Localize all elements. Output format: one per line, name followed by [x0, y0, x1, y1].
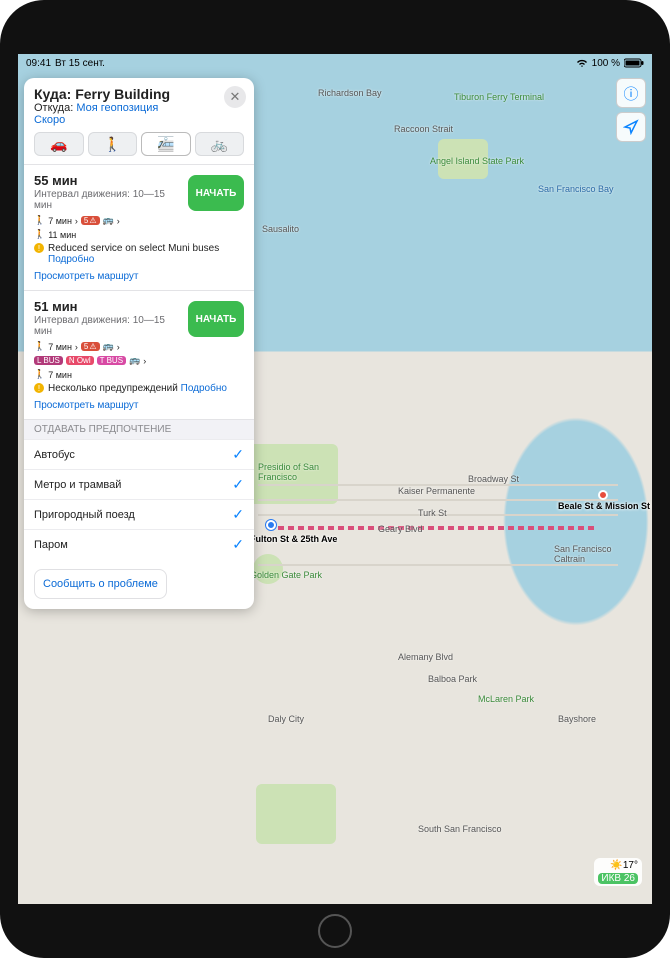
- map-info-button[interactable]: ⓘ: [616, 78, 646, 108]
- aqi-badge: ИКВ 26: [598, 873, 638, 884]
- go-button[interactable]: НАЧАТЬ: [188, 301, 244, 337]
- map-locate-button[interactable]: [616, 112, 646, 142]
- origin-pin[interactable]: [266, 520, 280, 534]
- checkmark-icon: ✓: [232, 446, 244, 463]
- walk-time: 11 мин: [48, 230, 76, 240]
- line-chip: 5⚠: [81, 342, 100, 351]
- home-button[interactable]: [318, 914, 352, 948]
- bus-icon: 🚌: [103, 341, 114, 352]
- weather-icon: ☀️: [610, 860, 622, 871]
- warning-text: Несколько предупреждений: [48, 383, 178, 394]
- map-label: South San Francisco: [418, 824, 502, 834]
- line-chip: N Owl: [66, 356, 94, 365]
- route-option[interactable]: НАЧАТЬ 51 мин Интервал движения: 10—15 м…: [24, 290, 254, 419]
- depart-time-link[interactable]: Скоро: [34, 114, 65, 126]
- map-label: Broadway St: [468, 474, 519, 484]
- pref-row-bus[interactable]: Автобус ✓: [24, 439, 254, 469]
- mode-transit[interactable]: 🚈: [141, 132, 191, 156]
- destination-label: Beale St & Mission St: [558, 502, 650, 511]
- walk-icon: 🚶: [34, 341, 45, 352]
- line-chip: T BUS: [97, 356, 126, 365]
- map-label: McLaren Park: [478, 694, 534, 704]
- mode-drive[interactable]: 🚗: [34, 132, 84, 156]
- destination-title: Куда: Ferry Building: [34, 86, 244, 102]
- map-label: Daly City: [268, 714, 304, 724]
- mode-walk[interactable]: 🚶: [88, 132, 138, 156]
- go-button[interactable]: НАЧАТЬ: [188, 175, 244, 211]
- chevron-right-icon: ›: [143, 356, 146, 366]
- pref-label: Паром: [34, 539, 68, 551]
- warning-text: Reduced service on select Muni buses: [48, 243, 219, 254]
- line-chip: 5⚠: [81, 216, 100, 225]
- map-label: Bayshore: [558, 714, 596, 724]
- map-label: Kaiser Permanente: [398, 486, 475, 496]
- route-line: [268, 526, 598, 530]
- battery-icon: [624, 58, 644, 68]
- map-label: Raccoon Strait: [394, 124, 453, 134]
- battery-pct: 100 %: [592, 58, 620, 69]
- map-label: Angel Island State Park: [430, 156, 524, 166]
- pref-row-ferry[interactable]: Паром ✓: [24, 529, 254, 559]
- map-label: Presidio of San Francisco: [258, 462, 348, 482]
- walk-icon: 🚶: [34, 229, 45, 240]
- park-mountain: [256, 784, 336, 844]
- weather-badge[interactable]: ☀️17° ИКВ 26: [594, 858, 642, 886]
- preview-route-link[interactable]: Просмотреть маршрут: [34, 271, 139, 282]
- details-link[interactable]: Подробно: [48, 254, 94, 265]
- preview-route-link[interactable]: Просмотреть маршрут: [34, 400, 139, 411]
- checkmark-icon: ✓: [232, 536, 244, 553]
- warning-icon: !: [34, 243, 44, 253]
- pref-row-train[interactable]: Пригородный поезд ✓: [24, 499, 254, 529]
- from-prefix: Откуда:: [34, 102, 76, 114]
- weather-temp: 17°: [623, 860, 638, 871]
- close-button[interactable]: ✕: [224, 86, 246, 108]
- chevron-right-icon: ›: [117, 216, 120, 226]
- bus-icon: 🚌: [103, 215, 114, 226]
- map-label: Alemany Blvd: [398, 652, 453, 662]
- transport-mode-segment: 🚗 🚶 🚈 🚲: [24, 132, 254, 164]
- walk-time: 7 мин: [48, 342, 72, 352]
- report-problem-button[interactable]: Сообщить о проблеме: [34, 569, 167, 599]
- map-label: Geary Blvd: [378, 524, 423, 534]
- map-label: Richardson Bay: [318, 88, 382, 98]
- chevron-right-icon: ›: [117, 342, 120, 352]
- origin-label: Fulton St & 25th Ave: [250, 534, 337, 544]
- walk-icon: 🚶: [34, 369, 45, 380]
- details-link[interactable]: Подробно: [181, 383, 227, 394]
- walk-time: 7 мин: [48, 370, 72, 380]
- wifi-icon: [576, 58, 588, 68]
- map-label: San Francisco Bay: [538, 184, 614, 194]
- map-label: Sausalito: [262, 224, 299, 234]
- walk-time: 7 мин: [48, 216, 72, 226]
- map-label: Turk St: [418, 508, 447, 518]
- warning-icon: !: [34, 383, 44, 393]
- line-chip: L BUS: [34, 356, 63, 365]
- status-date: Вт 15 сент.: [55, 58, 105, 69]
- pref-label: Автобус: [34, 449, 75, 461]
- map-label: Balboa Park: [428, 674, 477, 684]
- pref-label: Метро и трамвай: [34, 479, 121, 491]
- pref-row-metro[interactable]: Метро и трамвай ✓: [24, 469, 254, 499]
- status-bar: 09:41 Вт 15 сент. 100 %: [18, 54, 652, 72]
- prefs-header: ОТДАВАТЬ ПРЕДПОЧТЕНИЕ: [24, 419, 254, 439]
- from-location-link[interactable]: Моя геопозиция: [76, 102, 158, 114]
- map-label: Tiburon Ferry Terminal: [454, 92, 544, 102]
- pref-label: Пригородный поезд: [34, 509, 135, 521]
- mode-bike[interactable]: 🚲: [195, 132, 245, 156]
- chevron-right-icon: ›: [75, 342, 78, 352]
- checkmark-icon: ✓: [232, 476, 244, 493]
- map-label: San Francisco Caltrain: [554, 544, 614, 564]
- walk-icon: 🚶: [34, 215, 45, 226]
- checkmark-icon: ✓: [232, 506, 244, 523]
- map-label: Golden Gate Park: [250, 570, 322, 580]
- directions-card: ✕ Куда: Ferry Building Откуда: Моя геопо…: [24, 78, 254, 609]
- chevron-right-icon: ›: [75, 216, 78, 226]
- bus-icon: 🚌: [129, 355, 140, 366]
- status-time: 09:41: [26, 58, 51, 69]
- route-option[interactable]: НАЧАТЬ 55 мин Интервал движения: 10—15 м…: [24, 164, 254, 290]
